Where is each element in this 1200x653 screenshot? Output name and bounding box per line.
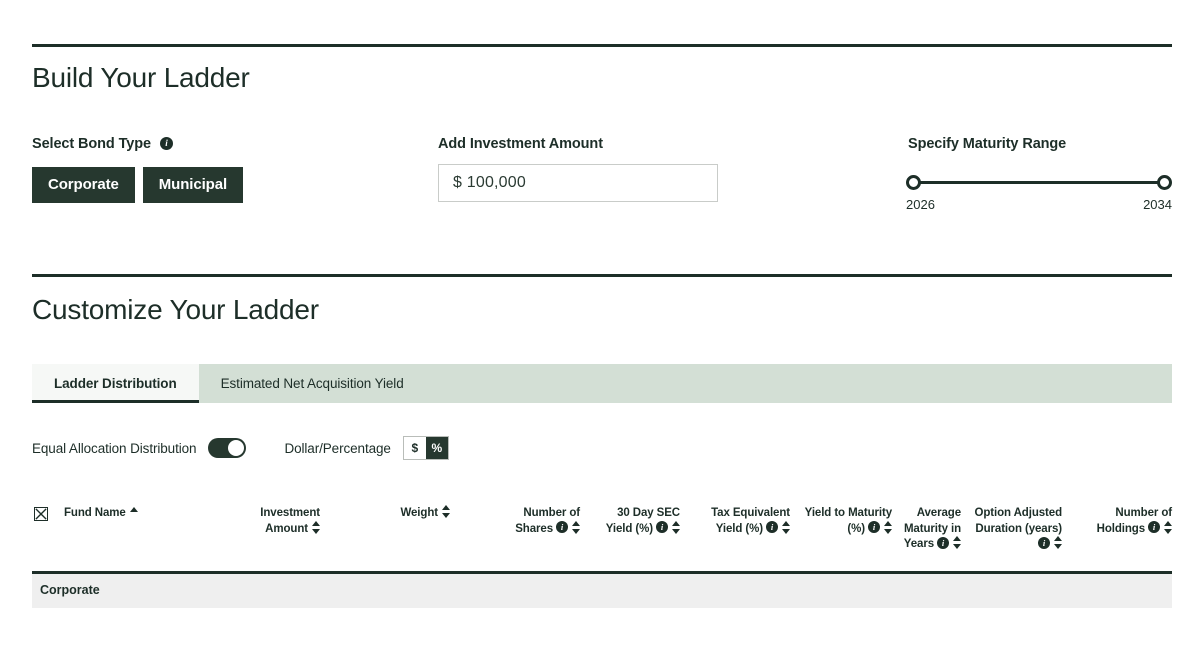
investment-amount-field[interactable]: [438, 164, 718, 202]
tab-estimated-net-acquisition-yield[interactable]: Estimated Net Acquisition Yield: [199, 364, 426, 403]
page-title-customize: Customize Your Ladder: [32, 294, 319, 325]
build-ladder-page: Build Your Ladder Select Bond Type i Cor…: [0, 0, 1200, 653]
column-header-option-adjusted-duration[interactable]: Option Adjusted Duration (years) i: [967, 506, 1062, 553]
column-header-30-day-sec-yield-line2: Yield (%): [605, 522, 653, 535]
info-icon[interactable]: i: [1148, 521, 1160, 534]
investment-amount-label: Add Investment Amount: [438, 136, 603, 152]
table-group-row-label: Corporate: [40, 583, 100, 597]
slider-handle-min[interactable]: [906, 175, 921, 190]
column-header-average-maturity-line2: Maturity in: [903, 522, 961, 535]
sort-icon[interactable]: [1054, 536, 1062, 550]
bond-type-corporate-button[interactable]: Corporate: [32, 167, 135, 203]
column-header-number-of-holdings[interactable]: Number of Holdings i: [1067, 506, 1172, 537]
column-header-weight[interactable]: Weight: [372, 505, 450, 522]
column-header-investment-amount[interactable]: Investment Amount: [247, 506, 320, 537]
info-icon[interactable]: i: [159, 136, 173, 150]
dollar-percentage-label: Dollar/Percentage: [284, 440, 391, 456]
maturity-range-label: Specify Maturity Range: [908, 136, 1066, 152]
sort-icon[interactable]: [1164, 520, 1172, 534]
column-header-average-maturity-line3: Years: [903, 538, 934, 550]
dollar-percentage-segmented-control: $ %: [402, 436, 449, 460]
column-header-option-adjusted-duration-line1: Option Adjusted: [974, 507, 1062, 519]
maturity-range-label-text: Specify Maturity Range: [908, 136, 1067, 153]
column-header-option-adjusted-duration-line2: Duration (years): [975, 522, 1062, 535]
bond-type-button-group: Corporate Municipal: [32, 167, 244, 203]
column-header-fund-name-text: Fund Name: [64, 507, 126, 519]
select-all-checkbox[interactable]: [34, 507, 48, 521]
info-icon[interactable]: i: [937, 536, 949, 549]
table-group-row-corporate: Corporate: [32, 574, 1172, 608]
column-header-investment-amount-line1: Investment: [260, 507, 320, 519]
slider-min-year: 2026: [906, 197, 935, 212]
column-header-average-maturity-line1: Average: [916, 507, 961, 519]
tab-bar: Ladder Distribution Estimated Net Acquis…: [32, 364, 1172, 403]
column-header-tax-equivalent-yield-line2: Yield (%): [715, 522, 763, 535]
column-header-number-of-holdings-line1: Number of: [1115, 507, 1172, 519]
page-title-build: Build Your Ladder: [32, 62, 250, 93]
info-icon[interactable]: i: [1038, 536, 1050, 549]
slider-handle-max[interactable]: [1157, 175, 1172, 190]
column-header-yield-to-maturity[interactable]: Yield to Maturity (%) i: [762, 506, 892, 537]
sort-icon[interactable]: [884, 520, 892, 534]
bond-type-municipal-button[interactable]: Municipal: [142, 167, 244, 203]
top-divider: [32, 44, 1172, 47]
column-header-fund-name[interactable]: Fund Name: [64, 506, 138, 522]
column-header-investment-amount-line2: Amount: [265, 522, 308, 535]
unit-dollar-button[interactable]: $: [403, 437, 426, 459]
select-bond-type-label: Select Bond Type i: [32, 136, 173, 152]
section-divider: [32, 274, 1172, 277]
column-header-number-of-shares-line2: Shares: [515, 522, 553, 535]
column-header-number-of-holdings-line2: Holdings: [1096, 522, 1145, 535]
column-header-yield-to-maturity-line1: Yield to Maturity: [804, 507, 892, 519]
column-header-yield-to-maturity-line2: (%): [847, 522, 865, 535]
equal-allocation-label: Equal Allocation Distribution: [32, 440, 197, 456]
sort-icon[interactable]: [442, 505, 450, 519]
tab-ladder-distribution[interactable]: Ladder Distribution: [32, 364, 199, 403]
table-header: Fund Name Investment Amount Weight Numbe…: [32, 500, 1172, 568]
maturity-range-slider[interactable]: 2026 2034: [906, 175, 1172, 215]
table-controls-row: Equal Allocation Distribution Dollar/Per…: [32, 434, 449, 462]
select-bond-type-text: Select Bond Type: [32, 136, 151, 153]
sort-icon[interactable]: [953, 536, 961, 550]
toggle-knob: [228, 440, 245, 456]
slider-track: [914, 181, 1164, 184]
investment-amount-label-text: Add Investment Amount: [438, 136, 603, 153]
sort-icon[interactable]: [312, 520, 320, 534]
column-header-weight-text: Weight: [400, 507, 438, 519]
unit-percent-button[interactable]: %: [425, 437, 448, 459]
equal-allocation-toggle[interactable]: [208, 438, 247, 458]
slider-max-year: 2034: [1143, 197, 1172, 212]
info-icon[interactable]: i: [868, 521, 880, 534]
investment-amount-input[interactable]: [439, 174, 717, 192]
column-header-average-maturity-in-years[interactable]: Average Maturity in Years i: [892, 506, 961, 553]
sort-asc-icon[interactable]: [129, 507, 138, 513]
